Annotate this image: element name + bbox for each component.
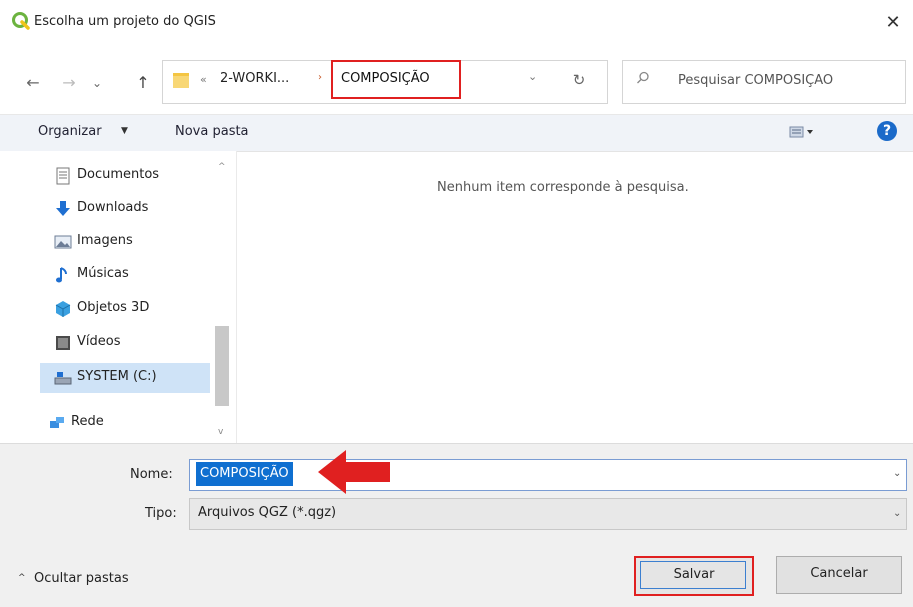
- scroll-down-icon[interactable]: v: [218, 427, 223, 437]
- view-options-icon[interactable]: [789, 124, 815, 140]
- scroll-up-icon[interactable]: ^: [218, 162, 226, 172]
- breadcrumb-item-current[interactable]: COMPOSIÇÃO: [341, 71, 430, 86]
- refresh-button[interactable]: ↻: [567, 68, 591, 92]
- sidebar-item-label: Imagens: [77, 233, 133, 248]
- sidebar-item-videos[interactable]: Vídeos: [40, 328, 210, 358]
- sidebar-item-label: Documentos: [77, 167, 160, 182]
- cancel-button[interactable]: Cancelar: [776, 556, 902, 594]
- window-title: Escolha um projeto do QGIS: [34, 14, 216, 29]
- sidebar-item-label: Downloads: [77, 200, 149, 215]
- search-icon: [637, 71, 649, 84]
- sidebar-item-label: SYSTEM (C:): [77, 369, 157, 384]
- scroll-thumb[interactable]: [215, 326, 229, 406]
- forward-button[interactable]: →: [58, 72, 80, 94]
- file-name-label: Nome:: [130, 467, 173, 482]
- file-name-input[interactable]: COMPOSIÇÃO: [196, 462, 293, 486]
- breadcrumb-item-parent[interactable]: 2-WORKI...: [220, 71, 289, 86]
- qgis-icon: [12, 12, 30, 30]
- sidebar-item-system-drive[interactable]: SYSTEM (C:): [40, 363, 210, 393]
- help-icon[interactable]: ?: [877, 121, 897, 141]
- objects3d-icon: [55, 301, 71, 317]
- file-name-field[interactable]: [189, 459, 907, 491]
- empty-results-message: Nenhum item corresponde à pesquisa.: [437, 180, 689, 195]
- hide-folders-button[interactable]: Ocultar pastas: [34, 571, 129, 586]
- file-type-label: Tipo:: [145, 506, 177, 521]
- file-type-value[interactable]: Arquivos QGZ (*.qgz): [198, 505, 336, 520]
- sidebar-item-documents[interactable]: Documentos: [40, 161, 210, 191]
- close-button[interactable]: ✕: [880, 10, 906, 36]
- new-folder-button[interactable]: Nova pasta: [175, 124, 249, 139]
- save-button-focus-ring: [640, 561, 746, 589]
- documents-icon: [56, 167, 70, 185]
- sidebar-item-network[interactable]: Rede: [34, 408, 204, 438]
- videos-icon: [56, 336, 70, 350]
- sidebar-item-label: Músicas: [77, 266, 129, 281]
- back-button[interactable]: ←: [22, 72, 44, 94]
- organize-button[interactable]: Organizar: [38, 124, 102, 139]
- red-arrow-annotation: [318, 450, 390, 494]
- pictures-icon: [54, 235, 72, 249]
- organize-caret-icon[interactable]: ▼: [121, 126, 128, 136]
- sidebar-item-music[interactable]: Músicas: [40, 260, 210, 290]
- save-project-dialog: Escolha um projeto do QGIS ✕ ← → ⌄ ↑ « 2…: [0, 0, 913, 607]
- sidebar-item-label: Rede: [71, 414, 104, 429]
- address-dropdown-icon[interactable]: ⌄: [528, 70, 537, 83]
- sidebar-item-3d-objects[interactable]: Objetos 3D: [40, 294, 210, 324]
- downloads-icon: [56, 201, 70, 216]
- breadcrumb-separator: ›: [318, 72, 322, 83]
- music-icon: [56, 267, 67, 283]
- breadcrumb-overflow[interactable]: «: [200, 73, 207, 86]
- file-type-dropdown-icon[interactable]: ⌄: [893, 508, 901, 519]
- drive-icon: [54, 372, 72, 385]
- sidebar-item-label: Vídeos: [77, 334, 121, 349]
- recent-locations-button[interactable]: ⌄: [86, 72, 108, 94]
- hide-folders-caret-icon[interactable]: ^: [18, 573, 26, 583]
- up-button[interactable]: ↑: [132, 72, 154, 94]
- command-toolbar: [0, 114, 913, 152]
- network-icon: [50, 417, 64, 428]
- search-input[interactable]: [660, 62, 913, 98]
- file-name-dropdown-icon[interactable]: ⌄: [893, 468, 901, 479]
- sidebar-item-downloads[interactable]: Downloads: [40, 194, 210, 224]
- sidebar-item-label: Objetos 3D: [77, 300, 150, 315]
- folder-icon: [173, 73, 189, 88]
- sidebar-item-pictures[interactable]: Imagens: [40, 227, 210, 257]
